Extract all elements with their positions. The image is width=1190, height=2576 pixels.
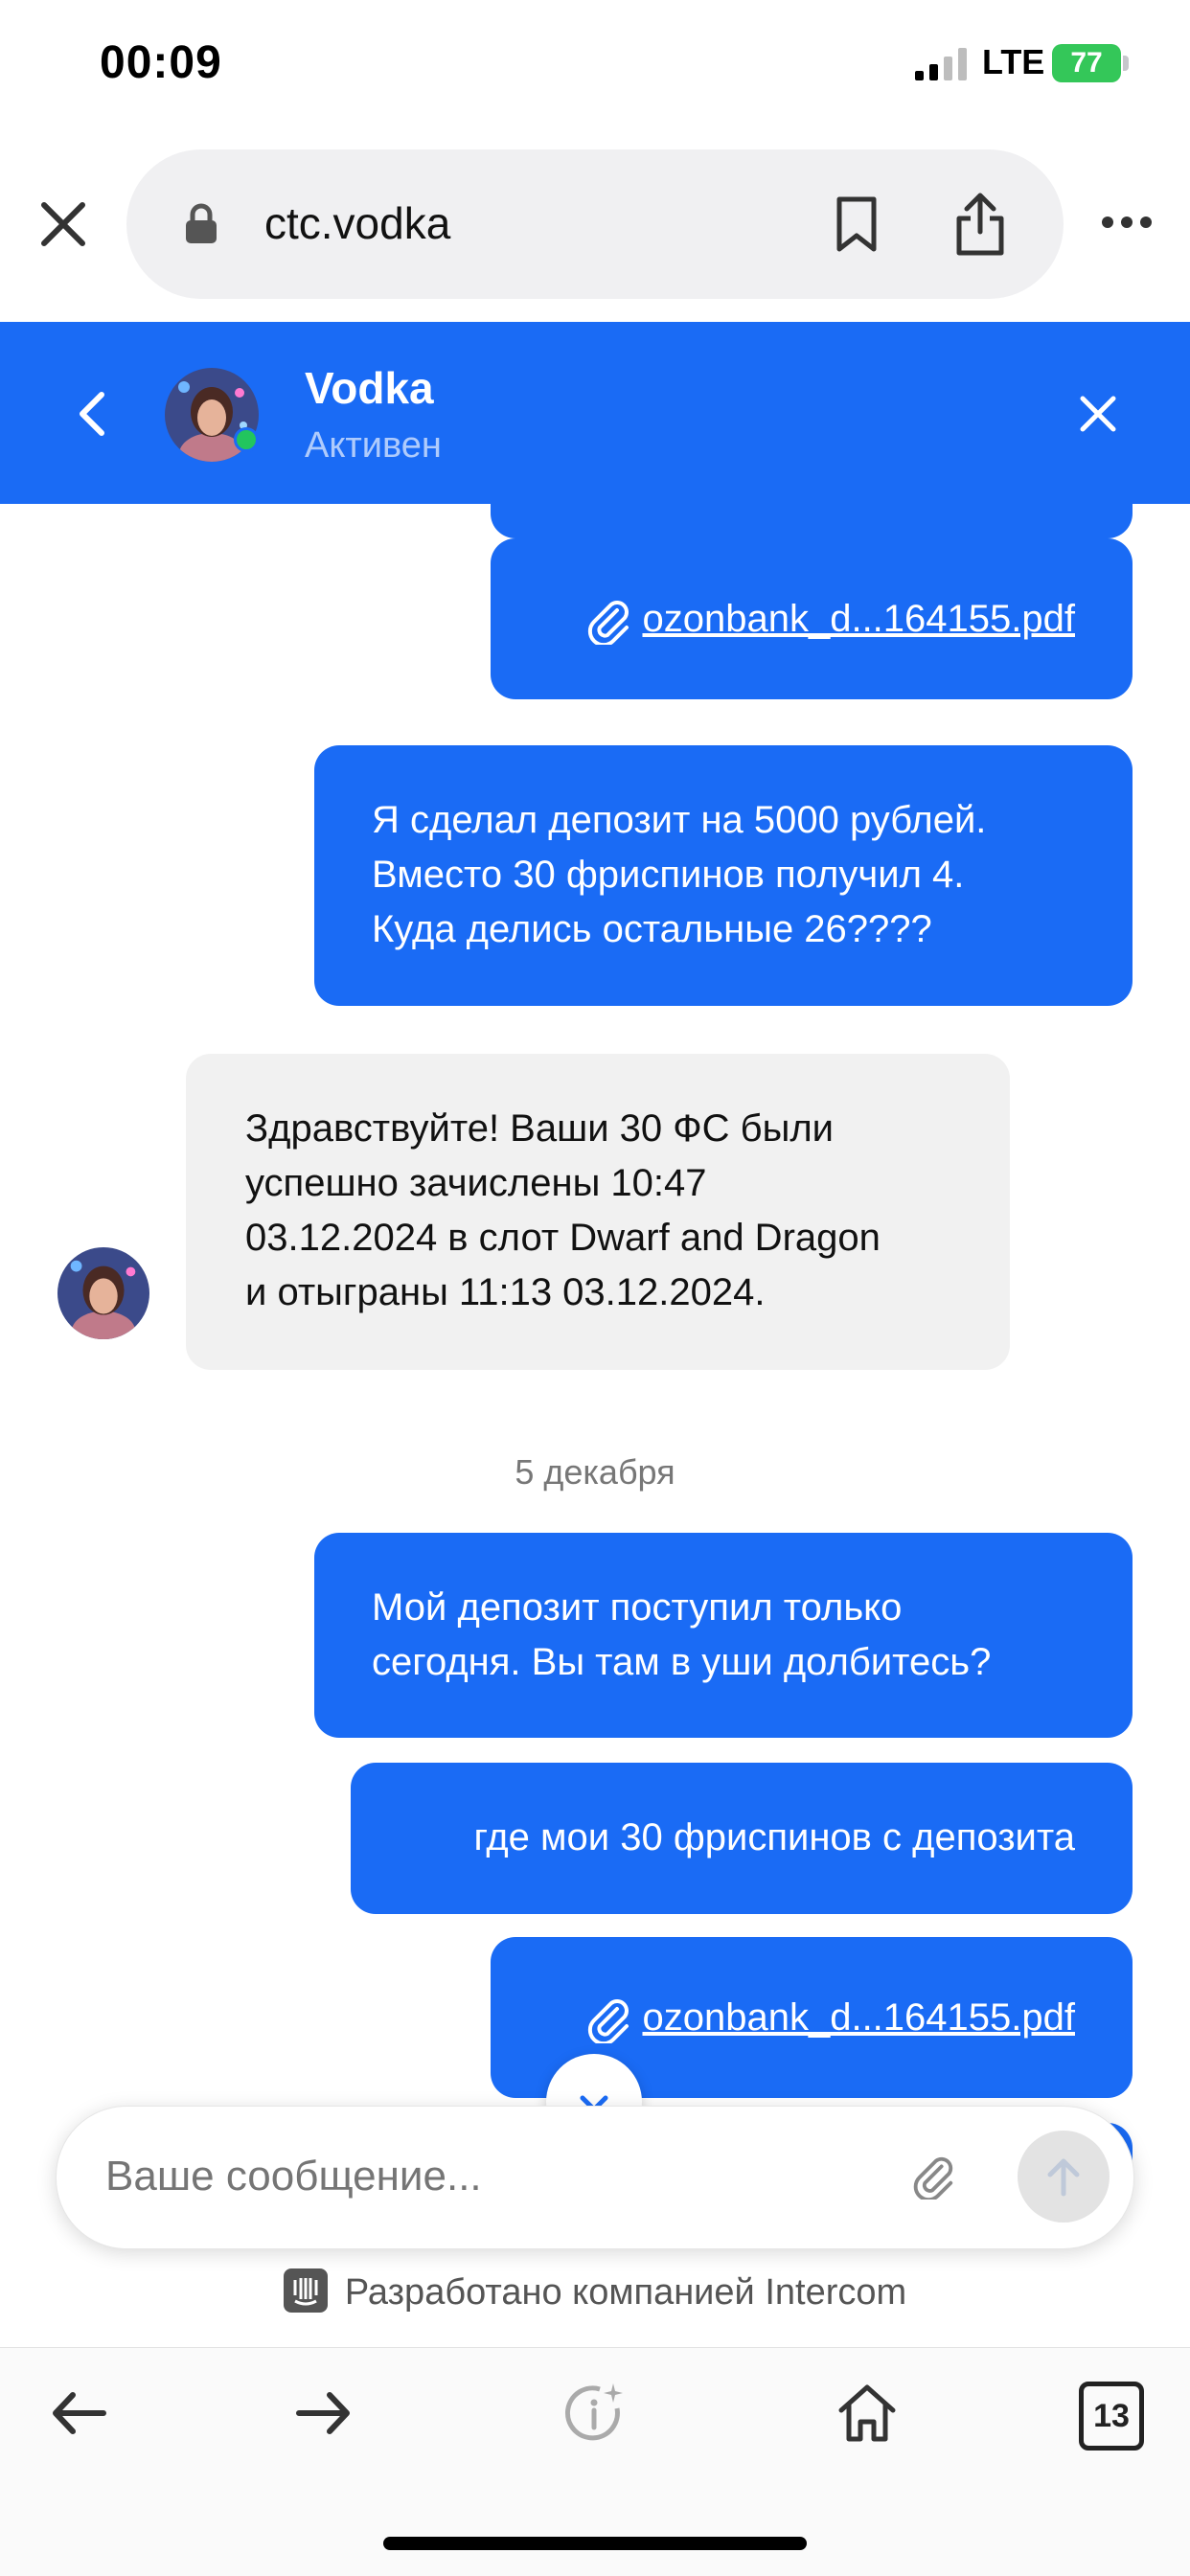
more-options-icon[interactable] — [1100, 213, 1154, 232]
message-bubble-partial — [491, 504, 1133, 538]
agent-name: Vodka — [305, 363, 434, 413]
back-arrow-icon[interactable] — [46, 2380, 113, 2447]
message-bubble: Мой депозит поступил только сегодня. Вы … — [314, 1533, 1133, 1738]
date-separator: 5 декабря — [515, 1452, 675, 1492]
agent-message-avatar — [57, 1247, 149, 1339]
lock-icon — [186, 203, 217, 243]
message-bubble: где мои 30 фриспинов с депозита — [351, 1763, 1133, 1914]
message-bubble: Я сделал депозит на 5000 рублей. Вместо … — [314, 745, 1133, 1006]
attachment-link[interactable]: ozonbank_d...164155.pdf — [642, 598, 1075, 640]
tab-count: 13 — [1093, 2397, 1130, 2434]
home-indicator — [383, 2537, 807, 2550]
battery-level: 77 — [1070, 47, 1103, 79]
message-attachment[interactable]: ozonbank_d...164155.pdf — [491, 538, 1133, 699]
attachment-link[interactable]: ozonbank_d...164155.pdf — [642, 1996, 1075, 2039]
powered-by-text: Разработано компанией Intercom — [344, 2272, 907, 2314]
message-line: Здравствуйте! Ваши 30 ФС были — [245, 1107, 835, 1150]
close-tab-icon[interactable] — [38, 199, 88, 249]
message-line: 03.12.2024 в слот Dwarf and Dragon — [245, 1217, 881, 1259]
back-chevron-icon[interactable] — [75, 391, 107, 437]
page-info-icon[interactable] — [561, 2380, 629, 2447]
message-line: успешно зачислены 10:47 — [245, 1162, 707, 1204]
message-line: Вместо 30 фриспинов получил 4. — [372, 854, 965, 896]
forward-arrow-icon[interactable] — [289, 2380, 356, 2447]
agent-message-bubble: Здравствуйте! Ваши 30 ФС были успешно за… — [186, 1054, 1010, 1370]
message-line: сегодня. Вы там в уши долбитесь? — [372, 1641, 992, 1683]
intercom-logo-icon — [283, 2268, 328, 2313]
home-icon[interactable] — [834, 2380, 901, 2447]
cellular-signal-icon — [915, 48, 967, 80]
battery-icon: 77 — [1052, 44, 1121, 82]
powered-by[interactable]: Разработано компанией Intercom — [0, 2268, 1190, 2316]
url-text[interactable]: ctc.vodka — [264, 197, 450, 249]
attach-file-icon[interactable] — [910, 2154, 956, 2200]
network-type: LTE — [982, 42, 1045, 81]
send-button[interactable] — [1018, 2131, 1110, 2223]
bookmark-icon[interactable] — [834, 195, 880, 253]
online-status-dot — [234, 427, 259, 452]
message-line: и отыграны 11:13 03.12.2024. — [245, 1271, 766, 1313]
message-line: Мой депозит поступил только — [372, 1586, 903, 1629]
arrow-up-icon — [1047, 2158, 1080, 2197]
paperclip-icon — [588, 1999, 629, 2044]
paperclip-icon — [588, 601, 629, 646]
share-icon[interactable] — [953, 192, 1007, 257]
status-time: 00:09 — [100, 37, 222, 88]
tabs-button[interactable]: 13 — [1079, 2382, 1144, 2451]
message-line: Я сделал депозит на 5000 рублей. — [372, 799, 987, 841]
message-line: где мои 30 фриспинов с депозита — [473, 1816, 1075, 1858]
message-input[interactable] — [103, 2152, 874, 2201]
battery-cap — [1123, 56, 1129, 71]
agent-status: Активен — [305, 425, 442, 466]
message-line: Куда делись остальные 26???? — [372, 908, 932, 950]
close-chat-icon[interactable] — [1075, 391, 1121, 437]
